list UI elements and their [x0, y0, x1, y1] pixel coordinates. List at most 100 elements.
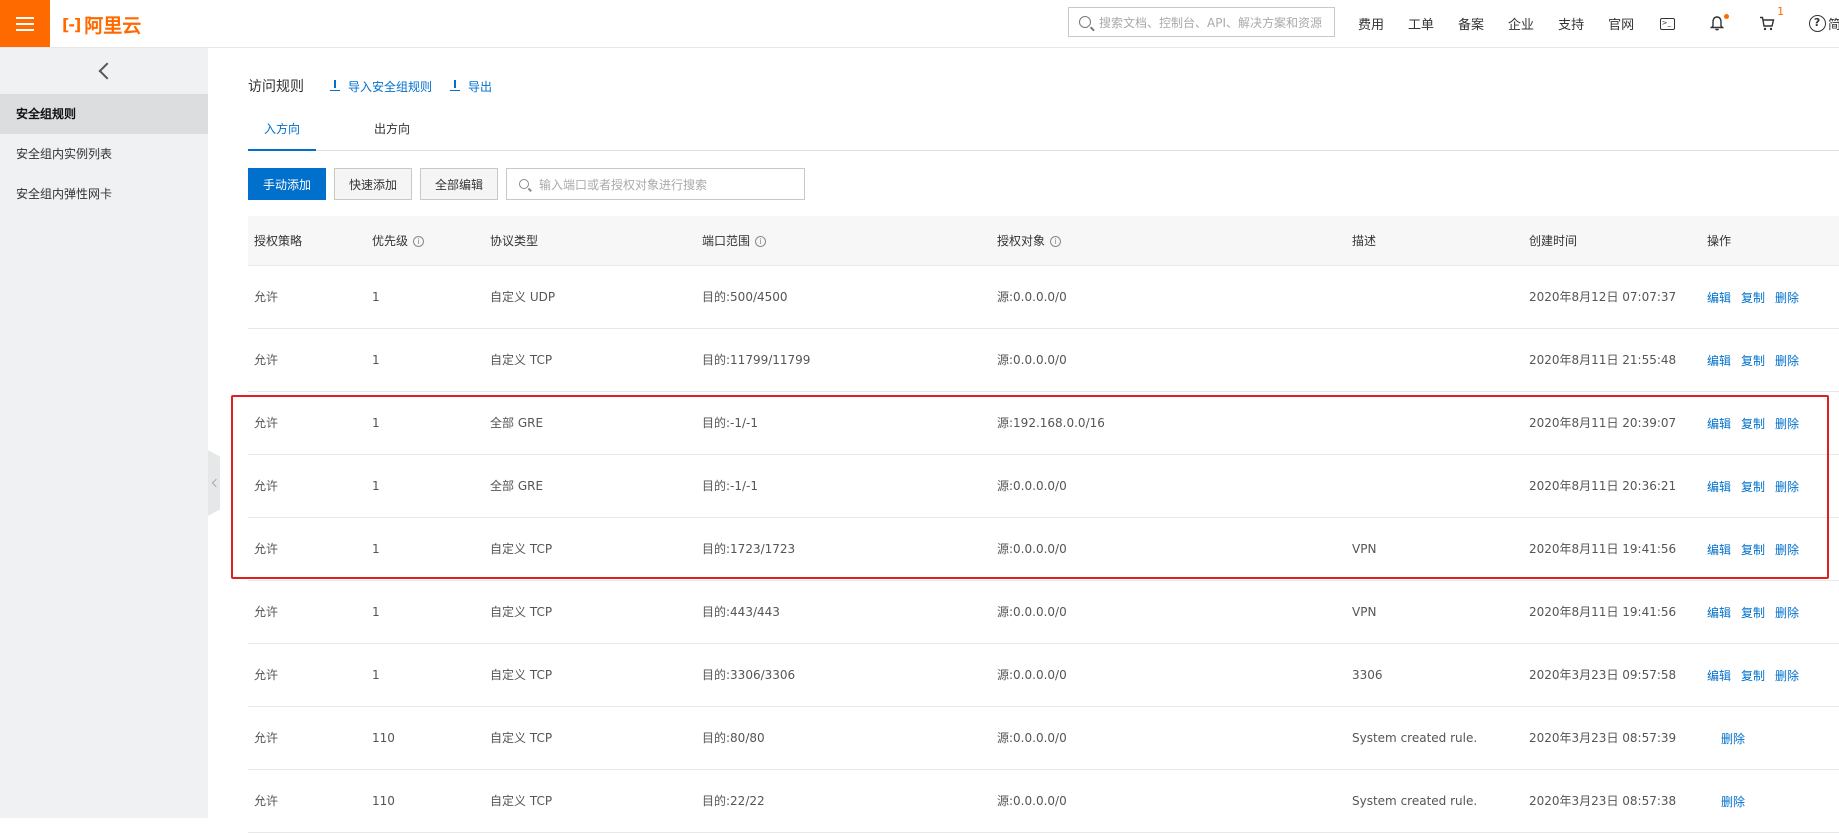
delete-rule-link[interactable]: 删除	[1775, 604, 1799, 621]
cell-created: 2020年3月23日 09:57:58	[1529, 668, 1677, 682]
delete-rule-link[interactable]: 删除	[1775, 289, 1799, 306]
col-header-priority: 优先级 i	[372, 216, 425, 266]
sidebar-item-instance-list[interactable]: 安全组内实例列表	[0, 134, 208, 174]
cell-priority: 110	[372, 731, 395, 745]
menu-button[interactable]	[0, 0, 50, 47]
table-row: 允许 1 自定义 TCP 目的:11799/11799 源:0.0.0.0/0 2020年…	[248, 329, 1839, 392]
col-header-port-label: 端口范围	[702, 234, 751, 248]
col-header-created: 创建时间	[1529, 216, 1577, 266]
col-header-created-label: 创建时间	[1529, 234, 1578, 248]
export-icon	[450, 80, 461, 91]
delete-rule-link[interactable]: 删除	[1721, 793, 1745, 810]
delete-rule-link[interactable]: 删除	[1775, 667, 1799, 684]
delete-rule-link[interactable]: 删除	[1775, 541, 1799, 558]
terminal-button[interactable]: >_	[1658, 15, 1676, 33]
sidebar-item-security-group-rules[interactable]: 安全组规则	[0, 94, 208, 134]
tab-inbound[interactable]: 入方向	[248, 114, 316, 151]
delete-rule-link[interactable]: 删除	[1775, 415, 1799, 432]
info-icon[interactable]: i	[1050, 235, 1062, 247]
cell-priority: 1	[372, 668, 380, 682]
table-row: 允许 1 自定义 TCP 目的:1723/1723 源:0.0.0.0/0 VPN 2020…	[248, 518, 1839, 581]
cell-actions: 编辑 复制 删除	[1707, 581, 1809, 643]
nav-icp[interactable]: 备案	[1458, 14, 1484, 33]
copy-rule-link[interactable]: 复制	[1741, 667, 1765, 684]
edit-rule-link[interactable]: 编辑	[1707, 415, 1731, 432]
notifications-button[interactable]	[1708, 13, 1730, 33]
cell-actions: 编辑 复制 删除	[1707, 455, 1809, 517]
cell-port: 目的:11799/11799	[702, 353, 811, 367]
nav-support[interactable]: 支持	[1558, 14, 1584, 33]
edit-rule-link[interactable]: 编辑	[1707, 478, 1731, 495]
cell-priority: 110	[372, 794, 395, 808]
quick-add-button[interactable]: 快速添加	[334, 168, 413, 200]
nav-billing[interactable]: 费用	[1358, 14, 1384, 33]
info-icon[interactable]: i	[755, 235, 767, 247]
cell-source: 源:0.0.0.0/0	[997, 542, 1067, 556]
cell-priority: 1	[372, 416, 380, 430]
sidebar-collapse-handle[interactable]	[208, 450, 220, 516]
tab-outbound[interactable]: 出方向	[358, 114, 426, 151]
cell-protocol: 自定义 TCP	[490, 605, 553, 619]
logo[interactable]: [-] 阿里云	[62, 12, 141, 37]
cell-source: 源:0.0.0.0/0	[997, 794, 1067, 808]
cell-protocol: 自定义 TCP	[490, 668, 553, 682]
nav-enterprise[interactable]: 企业	[1508, 14, 1534, 33]
language-switch[interactable]: 简	[1828, 14, 1839, 33]
col-header-actions-label: 操作	[1707, 234, 1732, 248]
export-link[interactable]: 导出	[450, 78, 492, 95]
cell-created: 2020年8月11日 20:39:07	[1529, 416, 1677, 430]
edit-rule-link[interactable]: 编辑	[1707, 541, 1731, 558]
col-header-port: 端口范围 i	[702, 216, 767, 266]
import-rules-link[interactable]: 导入安全组规则	[330, 78, 432, 95]
col-header-policy: 授权策略	[254, 216, 302, 266]
cell-policy: 允许	[254, 668, 279, 682]
copy-rule-link[interactable]: 复制	[1741, 289, 1765, 306]
cell-priority: 1	[372, 542, 380, 556]
delete-rule-link[interactable]: 删除	[1775, 352, 1799, 369]
cell-created: 2020年8月11日 20:36:21	[1529, 479, 1677, 493]
direction-tabs: 入方向 出方向	[248, 114, 1839, 151]
col-header-priority-label: 优先级	[372, 234, 409, 248]
copy-rule-link[interactable]: 复制	[1741, 415, 1765, 432]
cell-created: 2020年3月23日 08:57:38	[1529, 794, 1677, 808]
edit-rule-link[interactable]: 编辑	[1707, 289, 1731, 306]
copy-rule-link[interactable]: 复制	[1741, 478, 1765, 495]
info-icon[interactable]: i	[413, 235, 425, 247]
import-icon	[330, 80, 340, 91]
cell-source: 源:0.0.0.0/0	[997, 605, 1067, 619]
nav-official-site[interactable]: 官网	[1608, 14, 1634, 33]
cell-actions: 删除	[1721, 770, 1755, 832]
global-search-input[interactable]: 搜索文档、控制台、API、解决方案和资源	[1068, 7, 1335, 37]
edit-all-button[interactable]: 全部编辑	[420, 168, 499, 200]
bell-icon	[1710, 16, 1725, 31]
help-button[interactable]: ?	[1808, 15, 1826, 33]
back-arrow-icon[interactable]	[98, 62, 116, 80]
cell-created: 2020年8月11日 19:41:56	[1529, 542, 1677, 556]
cell-policy: 允许	[254, 353, 279, 367]
title-row: 访问规则 导入安全组规则 导出	[248, 76, 510, 96]
nav-tickets[interactable]: 工单	[1408, 14, 1434, 33]
copy-rule-link[interactable]: 复制	[1741, 541, 1765, 558]
cart-button[interactable]: 1	[1758, 5, 1784, 33]
cell-priority: 1	[372, 353, 380, 367]
delete-rule-link[interactable]: 删除	[1721, 730, 1745, 747]
sidebar-item-eni-list[interactable]: 安全组内弹性网卡	[0, 174, 208, 214]
cell-protocol: 全部 GRE	[490, 479, 544, 493]
copy-rule-link[interactable]: 复制	[1741, 352, 1765, 369]
terminal-icon: >_	[1659, 17, 1675, 30]
manual-add-button[interactable]: 手动添加	[248, 168, 327, 200]
cell-created: 2020年8月12日 07:07:37	[1529, 290, 1677, 304]
cell-actions: 编辑 复制 删除	[1707, 329, 1809, 391]
cell-source: 源:0.0.0.0/0	[997, 731, 1067, 745]
cell-source: 源:0.0.0.0/0	[997, 290, 1067, 304]
edit-rule-link[interactable]: 编辑	[1707, 604, 1731, 621]
delete-rule-link[interactable]: 删除	[1775, 478, 1799, 495]
edit-rule-link[interactable]: 编辑	[1707, 352, 1731, 369]
col-header-source: 授权对象 i	[997, 216, 1062, 266]
rule-search-input[interactable]: 输入端口或者授权对象进行搜索	[506, 168, 806, 200]
table-row: 允许 1 全部 GRE 目的:-1/-1 源:192.168.0.0/16 2020年8月…	[248, 392, 1839, 455]
edit-rule-link[interactable]: 编辑	[1707, 667, 1731, 684]
copy-rule-link[interactable]: 复制	[1741, 604, 1765, 621]
rules-table: 授权策略 优先级 i 协议类型 端口范围 i 授权对象 i 描述 创建时间 操作 允许…	[248, 216, 1839, 833]
cell-port: 目的:-1/-1	[702, 479, 759, 493]
